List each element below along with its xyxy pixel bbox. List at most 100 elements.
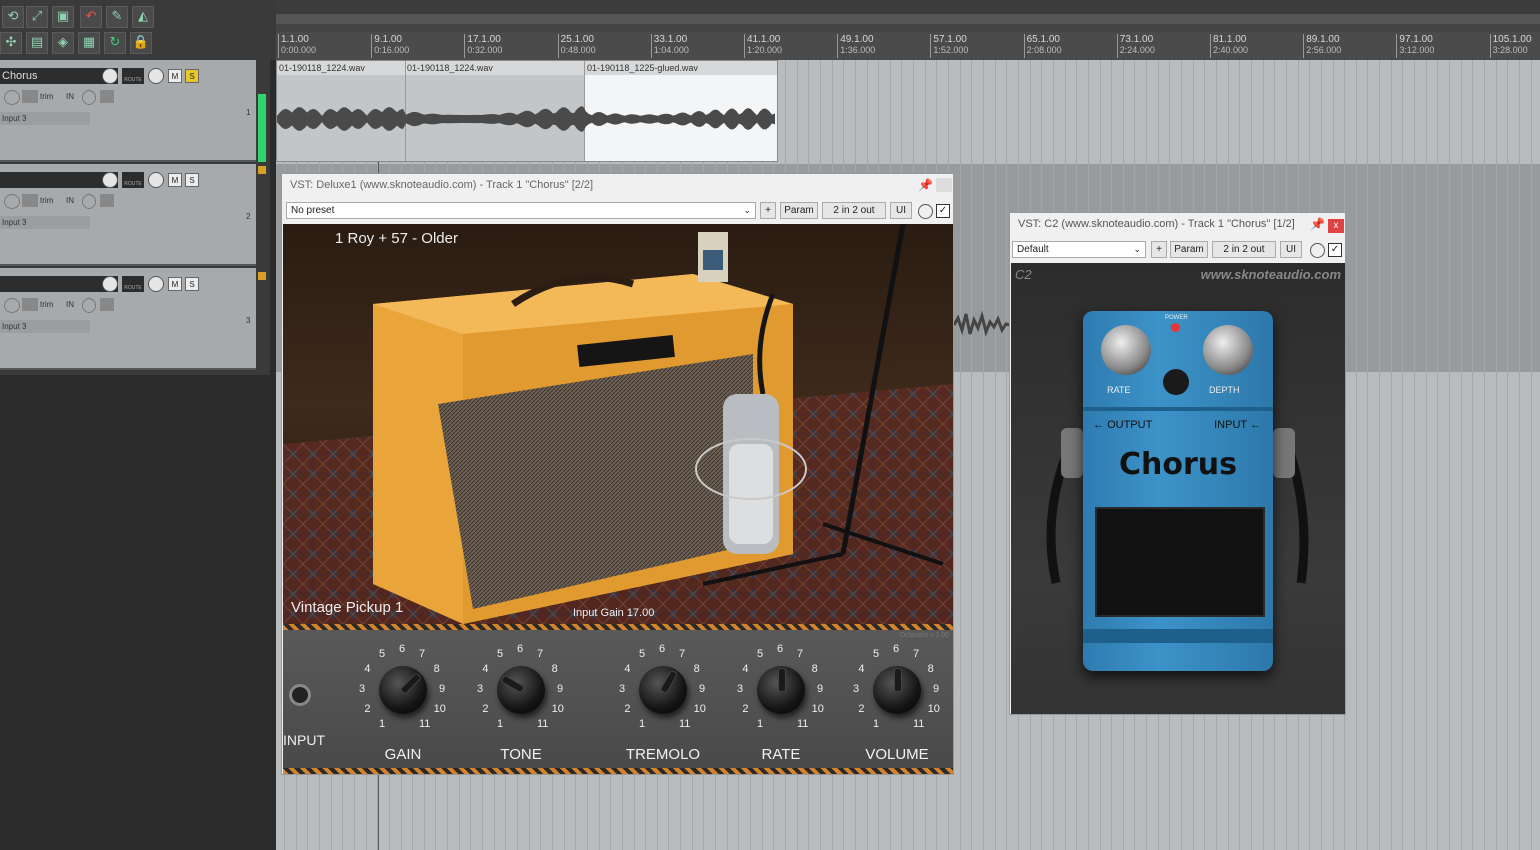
grid-line <box>1379 60 1381 850</box>
fx-icon[interactable] <box>100 194 114 207</box>
knob-scale-number: 10 <box>693 703 706 715</box>
solo-button[interactable]: S <box>185 69 199 83</box>
media-items[interactable]: 01-190118_1224.wav 01-190118_1224.wav 01… <box>276 60 778 162</box>
mute-button[interactable]: M <box>168 173 182 187</box>
wet-knob[interactable] <box>918 204 933 219</box>
track-name[interactable] <box>0 276 118 292</box>
route-button[interactable]: ROUTE <box>122 68 144 84</box>
ui-button[interactable]: UI <box>890 202 912 219</box>
route-button[interactable]: ROUTE <box>122 172 144 188</box>
knob-label: GAIN <box>384 746 422 763</box>
ui-button[interactable]: UI <box>1280 241 1302 258</box>
pickup-display[interactable]: Vintage Pickup 1 <box>291 599 403 616</box>
record-arm-icon[interactable] <box>4 298 20 313</box>
input-select[interactable]: Input 3 <box>0 216 90 229</box>
knob-tone[interactable] <box>497 666 545 714</box>
knob-scale-number: 10 <box>927 703 940 715</box>
fx-in-label[interactable]: IN <box>66 298 74 311</box>
preset-select[interactable]: Default ⌄ <box>1012 241 1146 258</box>
fx-icon[interactable] <box>100 298 114 311</box>
footswitch-pad[interactable] <box>1095 507 1265 617</box>
pan-knob[interactable] <box>148 68 164 84</box>
knob-scale-number: 3 <box>359 683 366 695</box>
timeline-ruler[interactable]: 1.1.00 0:00.000 9.1.00 0:16.000 17.1.00 0:32.… <box>276 14 1540 60</box>
monitor-icon[interactable] <box>22 90 38 103</box>
fx-chevron-icon[interactable] <box>82 298 96 313</box>
knob-volume[interactable] <box>873 666 921 714</box>
param-button[interactable]: Param <box>1170 241 1208 258</box>
add-preset-button[interactable]: + <box>1151 241 1167 258</box>
ruler-mark: 49.1.00 1:36.000 <box>840 34 875 56</box>
depth-knob[interactable] <box>1203 325 1253 375</box>
loop-icon[interactable]: ↻ <box>104 32 126 54</box>
grid-line <box>983 60 984 850</box>
add-preset-button[interactable]: + <box>760 202 776 219</box>
mute-button[interactable]: M <box>168 69 182 83</box>
knob-rate[interactable] <box>757 666 805 714</box>
pan-knob[interactable] <box>148 276 164 292</box>
knob-gain[interactable] <box>379 666 427 714</box>
trim-label[interactable]: trim <box>40 298 53 311</box>
knob-pointer <box>399 672 423 695</box>
trim-label[interactable]: trim <box>40 90 53 103</box>
io-button[interactable]: 2 in 2 out <box>822 202 886 219</box>
input-select[interactable]: Input 3 <box>0 320 90 333</box>
preset-select[interactable]: No preset ⌄ <box>286 202 756 219</box>
trim-icon[interactable]: ⤢ <box>26 6 48 28</box>
track-name[interactable] <box>0 172 118 188</box>
ruler-tick <box>1303 34 1305 58</box>
chorus-pedal[interactable]: POWER RATE DEPTH ← OUTPUT INPUT ← Chorus <box>1083 311 1273 671</box>
ruler-time-label: 1:20.000 <box>747 45 783 55</box>
grid-line <box>1518 60 1520 850</box>
pin-icon[interactable]: 📌 <box>918 178 933 192</box>
track-1[interactable]: Chorus ROUTE M Strim IN Input 3 1 <box>0 60 256 162</box>
envelope-icon[interactable]: ✎ <box>106 6 128 28</box>
input-jack-icon[interactable] <box>289 684 311 706</box>
knob-tremolo[interactable] <box>639 666 687 714</box>
close-button[interactable] <box>936 178 952 192</box>
item-grouping-icon[interactable]: ▣ <box>52 6 74 28</box>
solo-button[interactable]: S <box>185 173 199 187</box>
lock-icon[interactable]: 🔒 <box>130 32 152 54</box>
volume-knob[interactable] <box>102 172 118 188</box>
io-button[interactable]: 2 in 2 out <box>1212 241 1276 258</box>
track-3[interactable]: ROUTE M Strim IN Input 3 3 <box>0 268 256 370</box>
record-arm-icon[interactable] <box>4 90 20 105</box>
solo-button[interactable]: S <box>185 277 199 291</box>
ruler-tick <box>650 34 652 58</box>
automation-icon[interactable]: ◭ <box>132 6 154 28</box>
undo-icon[interactable]: ↶ <box>80 6 102 28</box>
record-mode-icon[interactable]: ◈ <box>52 32 74 54</box>
track-2[interactable]: ROUTE M Strim IN Input 3 2 <box>0 164 256 266</box>
main-toolbar: ⟲ ⤢ ▣ ↶ ✎ ◭ ✣ ▤ ◈ ▦ ↻ 🔒 <box>0 0 276 60</box>
bypass-checkbox[interactable]: ✓ <box>936 204 950 218</box>
mute-button[interactable]: M <box>168 277 182 291</box>
pan-knob[interactable] <box>148 172 164 188</box>
route-button[interactable]: ROUTE <box>122 276 144 292</box>
pin-icon[interactable]: 📌 <box>1310 217 1325 231</box>
param-button[interactable]: Param <box>780 202 818 219</box>
snap-icon[interactable]: ✣ <box>0 32 22 54</box>
volume-knob[interactable] <box>102 68 118 84</box>
bypass-checkbox[interactable]: ✓ <box>1328 243 1342 257</box>
rate-knob[interactable] <box>1101 325 1151 375</box>
close-button[interactable]: x <box>1328 219 1344 233</box>
trim-label[interactable]: trim <box>40 194 53 207</box>
grid-icon[interactable]: ▦ <box>78 32 100 54</box>
fx-in-label[interactable]: IN <box>66 194 74 207</box>
fx-in-label[interactable]: IN <box>66 90 74 103</box>
ripple-icon[interactable]: ⟲ <box>2 6 24 28</box>
input-select[interactable]: Input 3 <box>0 112 90 125</box>
volume-knob[interactable] <box>102 276 118 292</box>
track-name[interactable]: Chorus <box>0 68 118 84</box>
monitor-icon[interactable] <box>22 298 38 311</box>
preset-display: 1 Roy + 57 - Older <box>335 230 458 247</box>
fx-chevron-icon[interactable] <box>82 194 96 209</box>
wet-knob[interactable] <box>1310 243 1325 258</box>
ruler-bar-label: 81.1.00 <box>1213 34 1247 45</box>
fx-chevron-icon[interactable] <box>82 90 96 105</box>
fx-icon[interactable] <box>100 90 114 103</box>
monitor-icon[interactable] <box>22 194 38 207</box>
metronome-icon[interactable]: ▤ <box>26 32 48 54</box>
record-arm-icon[interactable] <box>4 194 20 209</box>
